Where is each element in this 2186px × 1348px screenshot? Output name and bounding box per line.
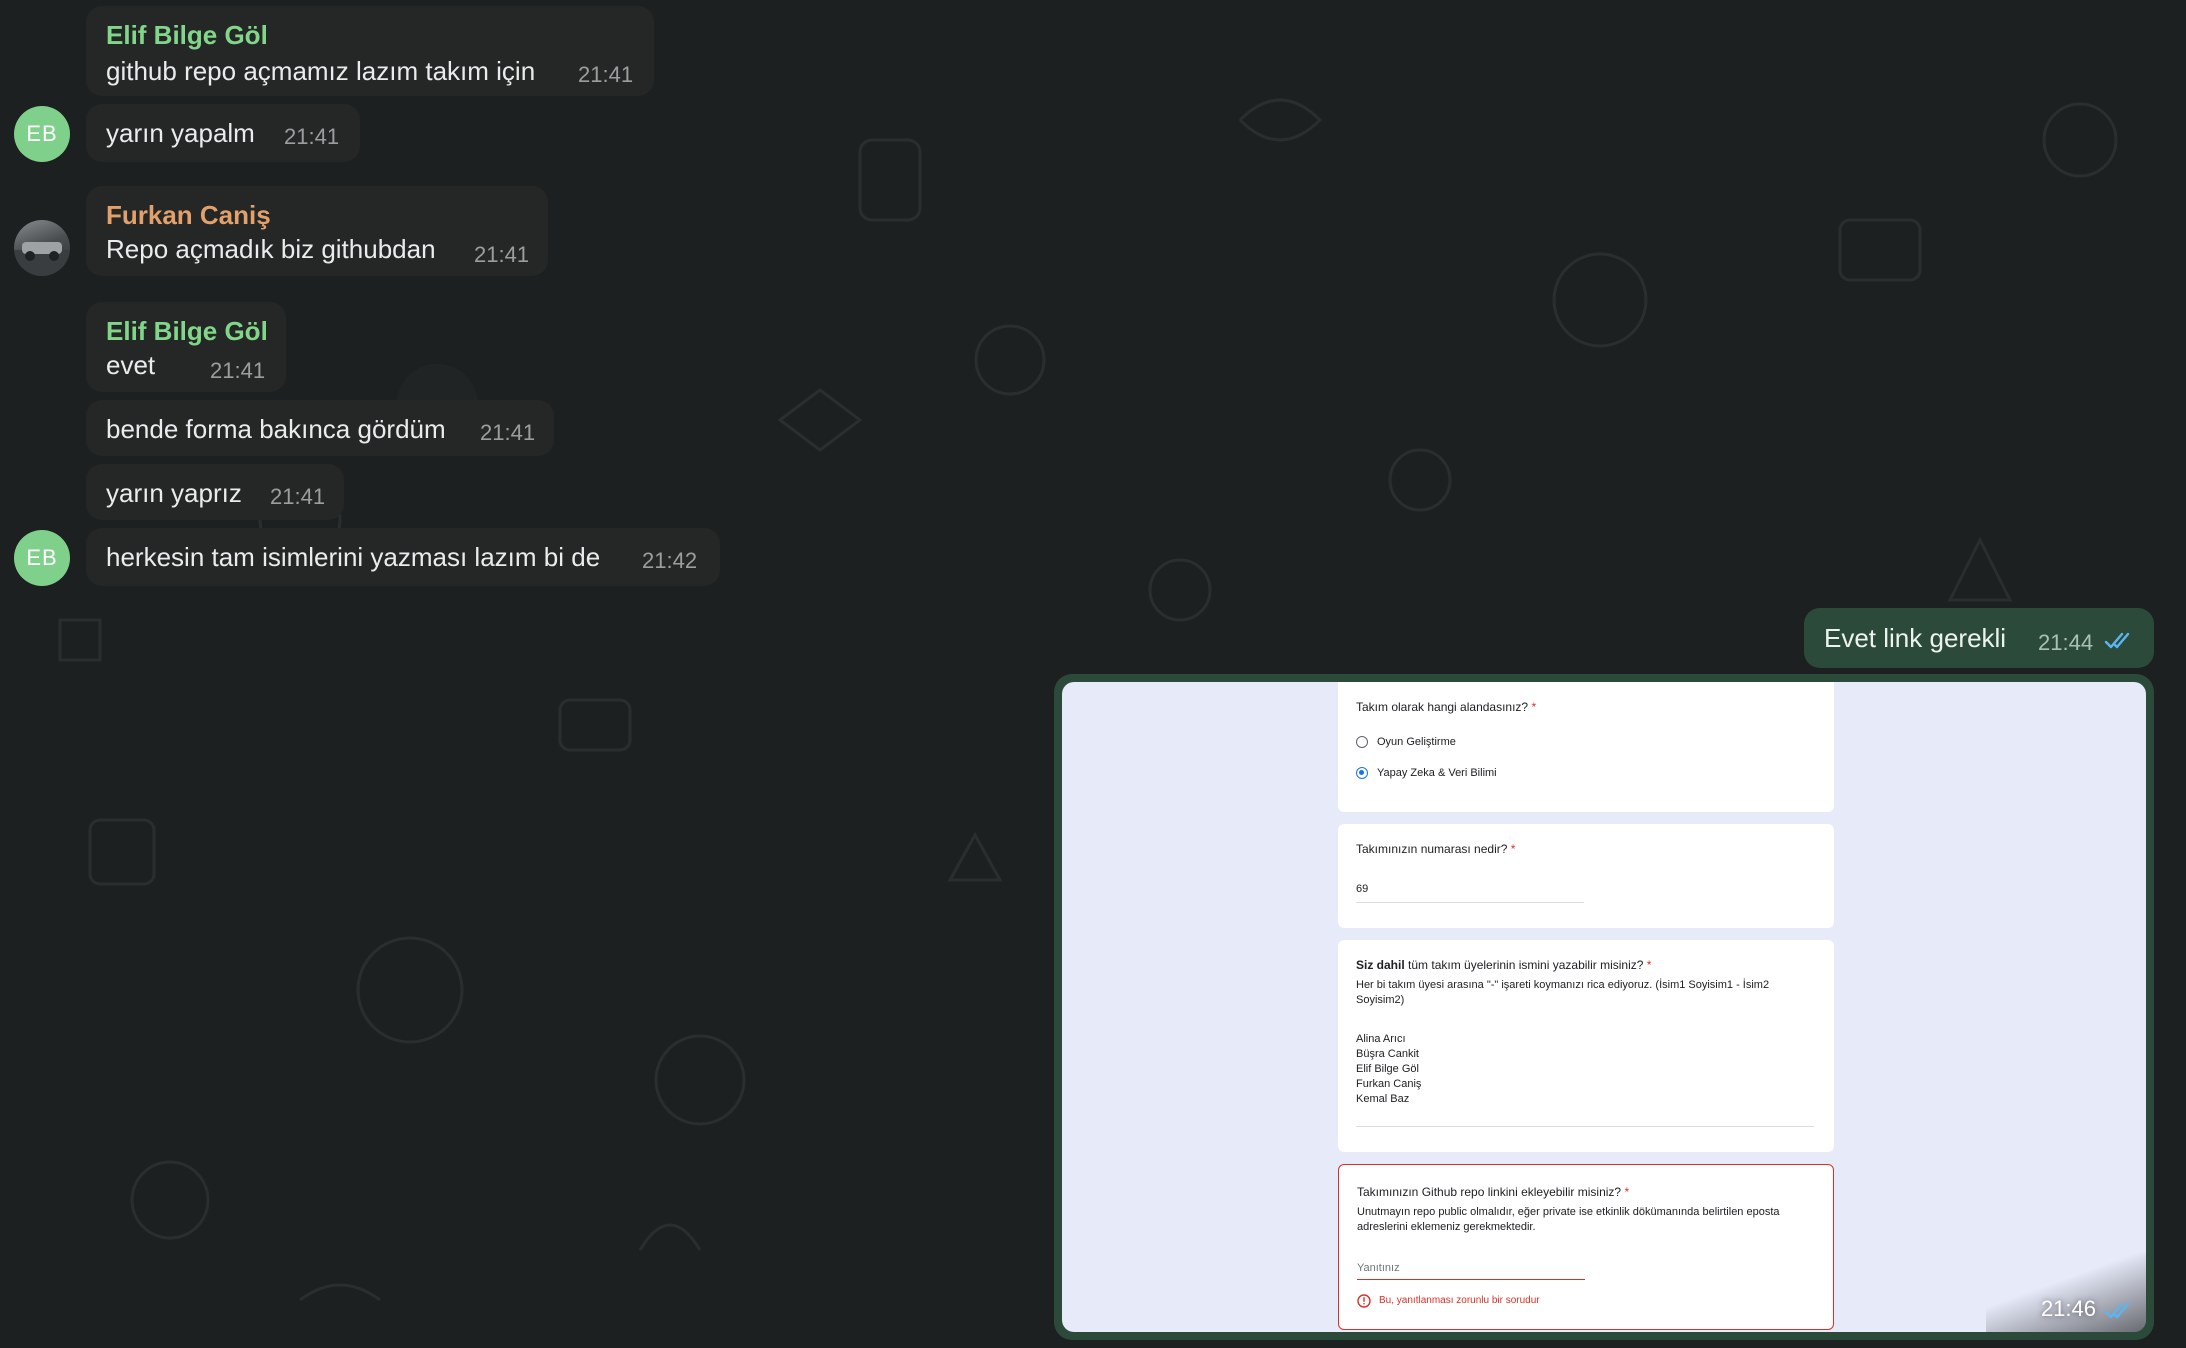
- message-text: yarın yaprız: [106, 478, 242, 508]
- form-question-card: Takım olarak hangi alandasınız? * Oyun G…: [1338, 682, 1834, 812]
- profile-photo-icon: [14, 242, 70, 276]
- form-question-card: Siz dahil tüm takım üyelerinin ismini ya…: [1338, 940, 1834, 1152]
- avatar[interactable]: EB: [14, 106, 70, 162]
- form-question-card-error: Takımınızın Github repo linkini ekleyebi…: [1338, 1164, 1834, 1330]
- form-question-card: Takımınızın numarası nedir? * 69: [1338, 824, 1834, 928]
- radio-option-selected[interactable]: Yapay Zeka & Veri Bilimi: [1356, 767, 1497, 779]
- radio-button[interactable]: [1356, 767, 1368, 779]
- question-title: Takımınızın numarası nedir? *: [1356, 842, 1516, 856]
- screenshot-image[interactable]: Takım olarak hangi alandasınız? * Oyun G…: [1062, 682, 2146, 1332]
- sender-name[interactable]: Furkan Caniş: [106, 200, 271, 231]
- answer-text: 69: [1356, 883, 1369, 895]
- error-icon: [1357, 1293, 1371, 1308]
- message-text: bende forma bakınca gördüm: [106, 414, 446, 444]
- message-time: 21:41: [474, 242, 530, 267]
- message-time: 21:41: [270, 484, 326, 509]
- answer-underline: [1357, 1279, 1585, 1280]
- message-text: Evet link gerekli: [1824, 623, 2007, 653]
- question-title: Siz dahil tüm takım üyelerinin ismini ya…: [1356, 958, 1652, 972]
- message-time: 21:41: [578, 62, 634, 87]
- message-text: github repo açmamız lazım takım için: [106, 56, 536, 86]
- message-bubble[interactable]: Elif Bilge Göl evet 21:41: [86, 302, 286, 392]
- answer-underline: [1356, 902, 1584, 903]
- message-text: evet: [106, 350, 156, 380]
- message-bubble[interactable]: bende forma bakınca gördüm 21:41: [86, 400, 554, 456]
- answer-placeholder[interactable]: Yanıtınız: [1357, 1261, 1400, 1276]
- avatar[interactable]: [14, 220, 70, 276]
- message-text: Repo açmadık biz githubdan: [106, 234, 436, 264]
- message-bubble[interactable]: yarın yapalm 21:41: [86, 104, 360, 162]
- sender-name[interactable]: Elif Bilge Göl: [106, 20, 268, 51]
- message-bubble[interactable]: herkesin tam isimlerini yazması lazım bi…: [86, 528, 720, 586]
- outgoing-message-bubble[interactable]: Evet link gerekli 21:44: [1804, 608, 2154, 668]
- question-title: Takım olarak hangi alandasınız? *: [1356, 700, 1537, 714]
- radio-option[interactable]: Oyun Geliştirme: [1356, 736, 1456, 748]
- answer-names: Alina Arıcı Büşra Cankit Elif Bilge Göl …: [1356, 1033, 1422, 1105]
- outgoing-image-message[interactable]: Takım olarak hangi alandasınız? * Oyun G…: [1054, 674, 2154, 1340]
- message-time: 21:41: [210, 358, 266, 383]
- message-time: 21:41: [284, 124, 340, 149]
- message-text: herkesin tam isimlerini yazması lazım bi…: [106, 542, 601, 572]
- message-time: 21:44: [2038, 630, 2094, 655]
- double-check-icon: [2104, 1302, 2130, 1319]
- answer-underline: [1356, 1126, 1814, 1127]
- option-label: Yapay Zeka & Veri Bilimi: [1377, 767, 1497, 779]
- message-time: 21:46: [2040, 1296, 2096, 1321]
- question-description: Unutmayın repo public olmalıdır, eğer pr…: [1357, 1206, 1780, 1233]
- option-label: Oyun Geliştirme: [1377, 736, 1456, 748]
- message-time: 21:41: [480, 420, 536, 445]
- avatar[interactable]: EB: [14, 530, 70, 586]
- message-bubble[interactable]: Furkan Caniş Repo açmadık biz githubdan …: [86, 186, 548, 276]
- message-bubble[interactable]: Elif Bilge Göl github repo açmamız lazım…: [86, 6, 654, 96]
- radio-button[interactable]: [1356, 736, 1368, 748]
- sender-name[interactable]: Elif Bilge Göl: [106, 316, 268, 347]
- question-title: Takımınızın Github repo linkini ekleyebi…: [1357, 1185, 1630, 1199]
- message-time: 21:42: [642, 548, 698, 573]
- question-description: Her bi takım üyesi arasına "-" işareti k…: [1356, 979, 1770, 1006]
- double-check-icon: [2104, 632, 2130, 649]
- error-message: Bu, yanıtlanması zorunlu bir sorudur: [1357, 1293, 1540, 1308]
- message-bubble[interactable]: yarın yaprız 21:41: [86, 464, 344, 520]
- message-text: yarın yapalm: [106, 118, 255, 148]
